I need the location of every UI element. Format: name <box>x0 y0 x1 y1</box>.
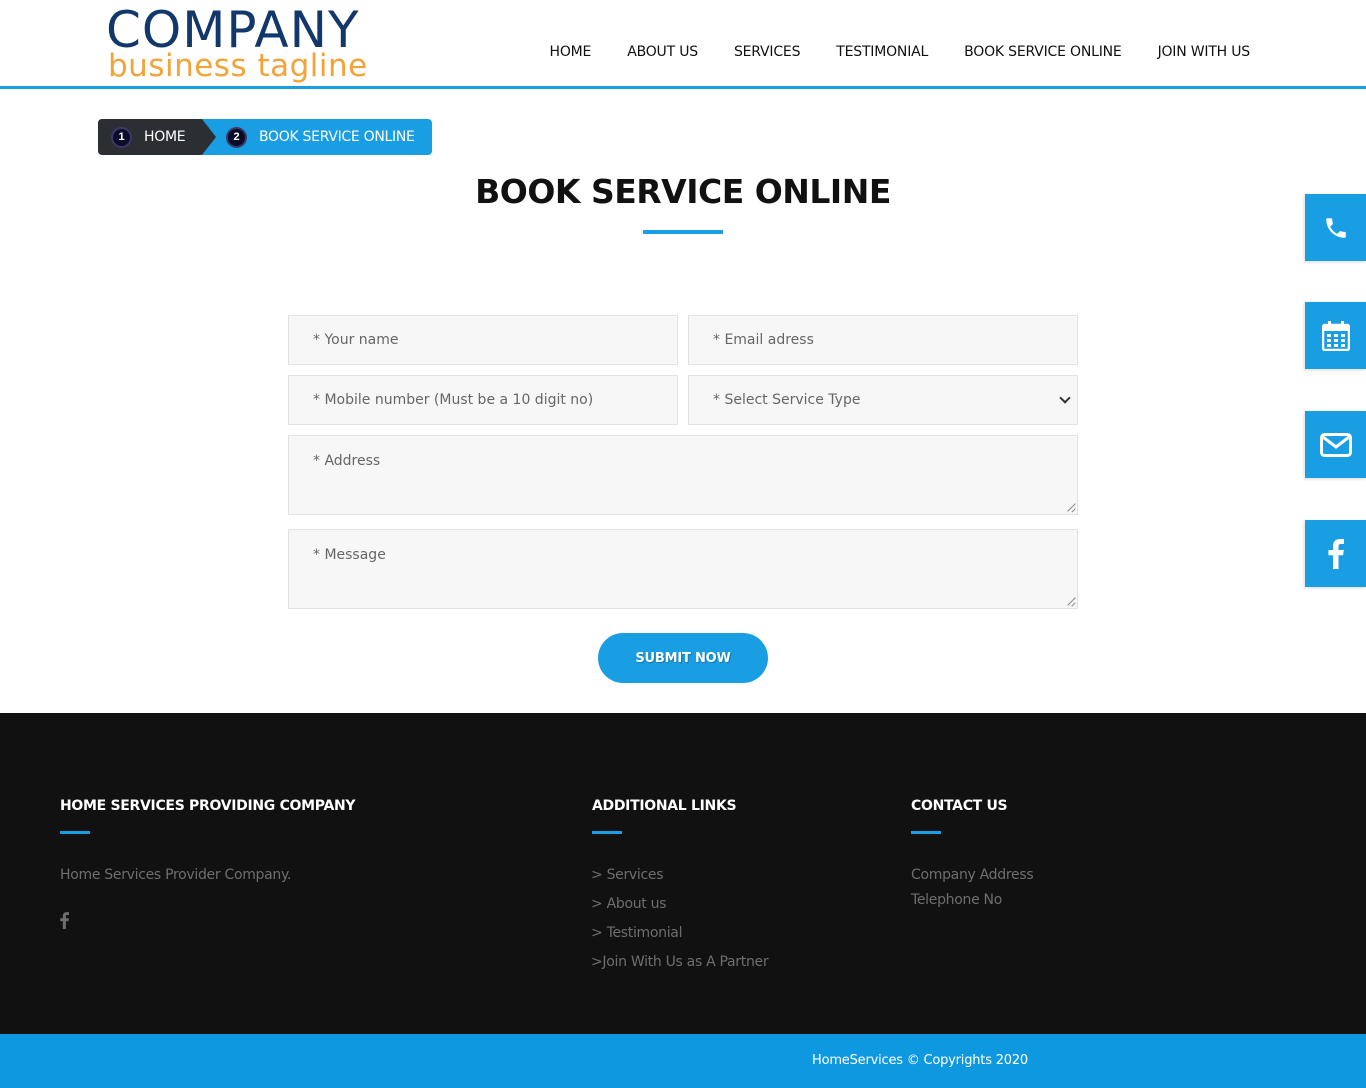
nav-services[interactable]: SERVICES <box>734 44 801 60</box>
name-field[interactable]: * Your name <box>288 315 678 365</box>
chevron-down-icon <box>1059 392 1071 404</box>
nav-testimonial[interactable]: TESTIMONIAL <box>836 44 928 60</box>
footer-link-testimonial[interactable]: > Testimonial <box>591 925 682 941</box>
email-field[interactable]: * Email adress <box>688 315 1078 365</box>
facebook-icon <box>1327 538 1344 569</box>
facebook-icon <box>60 912 69 929</box>
address-placeholder: * Address <box>313 453 381 469</box>
resize-grip-icon[interactable] <box>1066 597 1075 606</box>
footer-heading-underline <box>60 831 90 834</box>
page-title: BOOK SERVICE ONLINE <box>475 172 891 211</box>
company-logo[interactable]: COMPANY business tagline <box>106 2 418 84</box>
breadcrumb-step-number: 1 <box>111 126 132 148</box>
envelope-icon <box>1319 432 1352 457</box>
service-type-select[interactable]: * Select Service Type <box>688 375 1078 425</box>
footer-heading-underline <box>592 831 622 834</box>
site-header: COMPANY business tagline HOME ABOUT US S… <box>0 0 1366 89</box>
breadcrumb: 1 HOME 2 BOOK SERVICE ONLINE <box>98 119 432 155</box>
footer-company-description: Home Services Provider Company. <box>60 867 292 883</box>
breadcrumb-home-label: HOME <box>144 129 186 145</box>
footer-telephone: Telephone No <box>911 892 1002 908</box>
side-email-button[interactable] <box>1305 411 1366 478</box>
side-calendar-button[interactable] <box>1305 302 1366 369</box>
copyright-bar: HomeServices © Copyrights 2020 <box>0 1034 1366 1088</box>
breadcrumb-current: 2 BOOK SERVICE ONLINE <box>202 119 432 155</box>
footer-heading-underline <box>911 831 941 834</box>
title-underline <box>643 230 723 234</box>
logo-tagline-text: business tagline <box>108 48 368 84</box>
footer-link-about-us[interactable]: > About us <box>591 896 667 912</box>
nav-book-service-online[interactable]: BOOK SERVICE ONLINE <box>964 44 1122 60</box>
mobile-field[interactable]: * Mobile number (Must be a 10 digit no) <box>288 375 678 425</box>
side-facebook-button[interactable] <box>1305 520 1366 587</box>
nav-about-us[interactable]: ABOUT US <box>627 44 698 60</box>
message-placeholder: * Message <box>313 547 386 563</box>
footer-company-address: Company Address <box>911 867 1034 883</box>
site-footer: HOME SERVICES PROVIDING COMPANY Home Ser… <box>0 713 1366 1034</box>
breadcrumb-current-label: BOOK SERVICE ONLINE <box>259 129 415 145</box>
message-field[interactable]: * Message <box>288 529 1078 609</box>
submit-button[interactable]: SUBMIT NOW <box>598 633 768 683</box>
service-type-selected-value: * Select Service Type <box>713 392 861 408</box>
phone-icon <box>1325 217 1346 238</box>
footer-col1-heading: HOME SERVICES PROVIDING COMPANY <box>60 798 356 814</box>
calendar-icon <box>1321 320 1350 351</box>
nav-join-with-us[interactable]: JOIN WITH US <box>1158 44 1251 60</box>
breadcrumb-step-number: 2 <box>226 126 247 148</box>
footer-col2-heading: ADDITIONAL LINKS <box>592 798 737 814</box>
address-field[interactable]: * Address <box>288 435 1078 515</box>
footer-link-services[interactable]: > Services <box>591 867 664 883</box>
nav-home[interactable]: HOME <box>550 44 592 60</box>
footer-facebook-link[interactable] <box>60 912 69 934</box>
copyright-text: HomeServices © Copyrights 2020 <box>812 1053 1028 1068</box>
breadcrumb-home[interactable]: 1 HOME <box>98 119 216 155</box>
footer-col3-heading: CONTACT US <box>911 798 1008 814</box>
main-nav: HOME ABOUT US SERVICES TESTIMONIAL BOOK … <box>514 44 1251 60</box>
side-phone-button[interactable] <box>1305 194 1366 261</box>
resize-grip-icon[interactable] <box>1066 503 1075 512</box>
footer-link-join-partner[interactable]: >Join With Us as A Partner <box>591 954 769 970</box>
